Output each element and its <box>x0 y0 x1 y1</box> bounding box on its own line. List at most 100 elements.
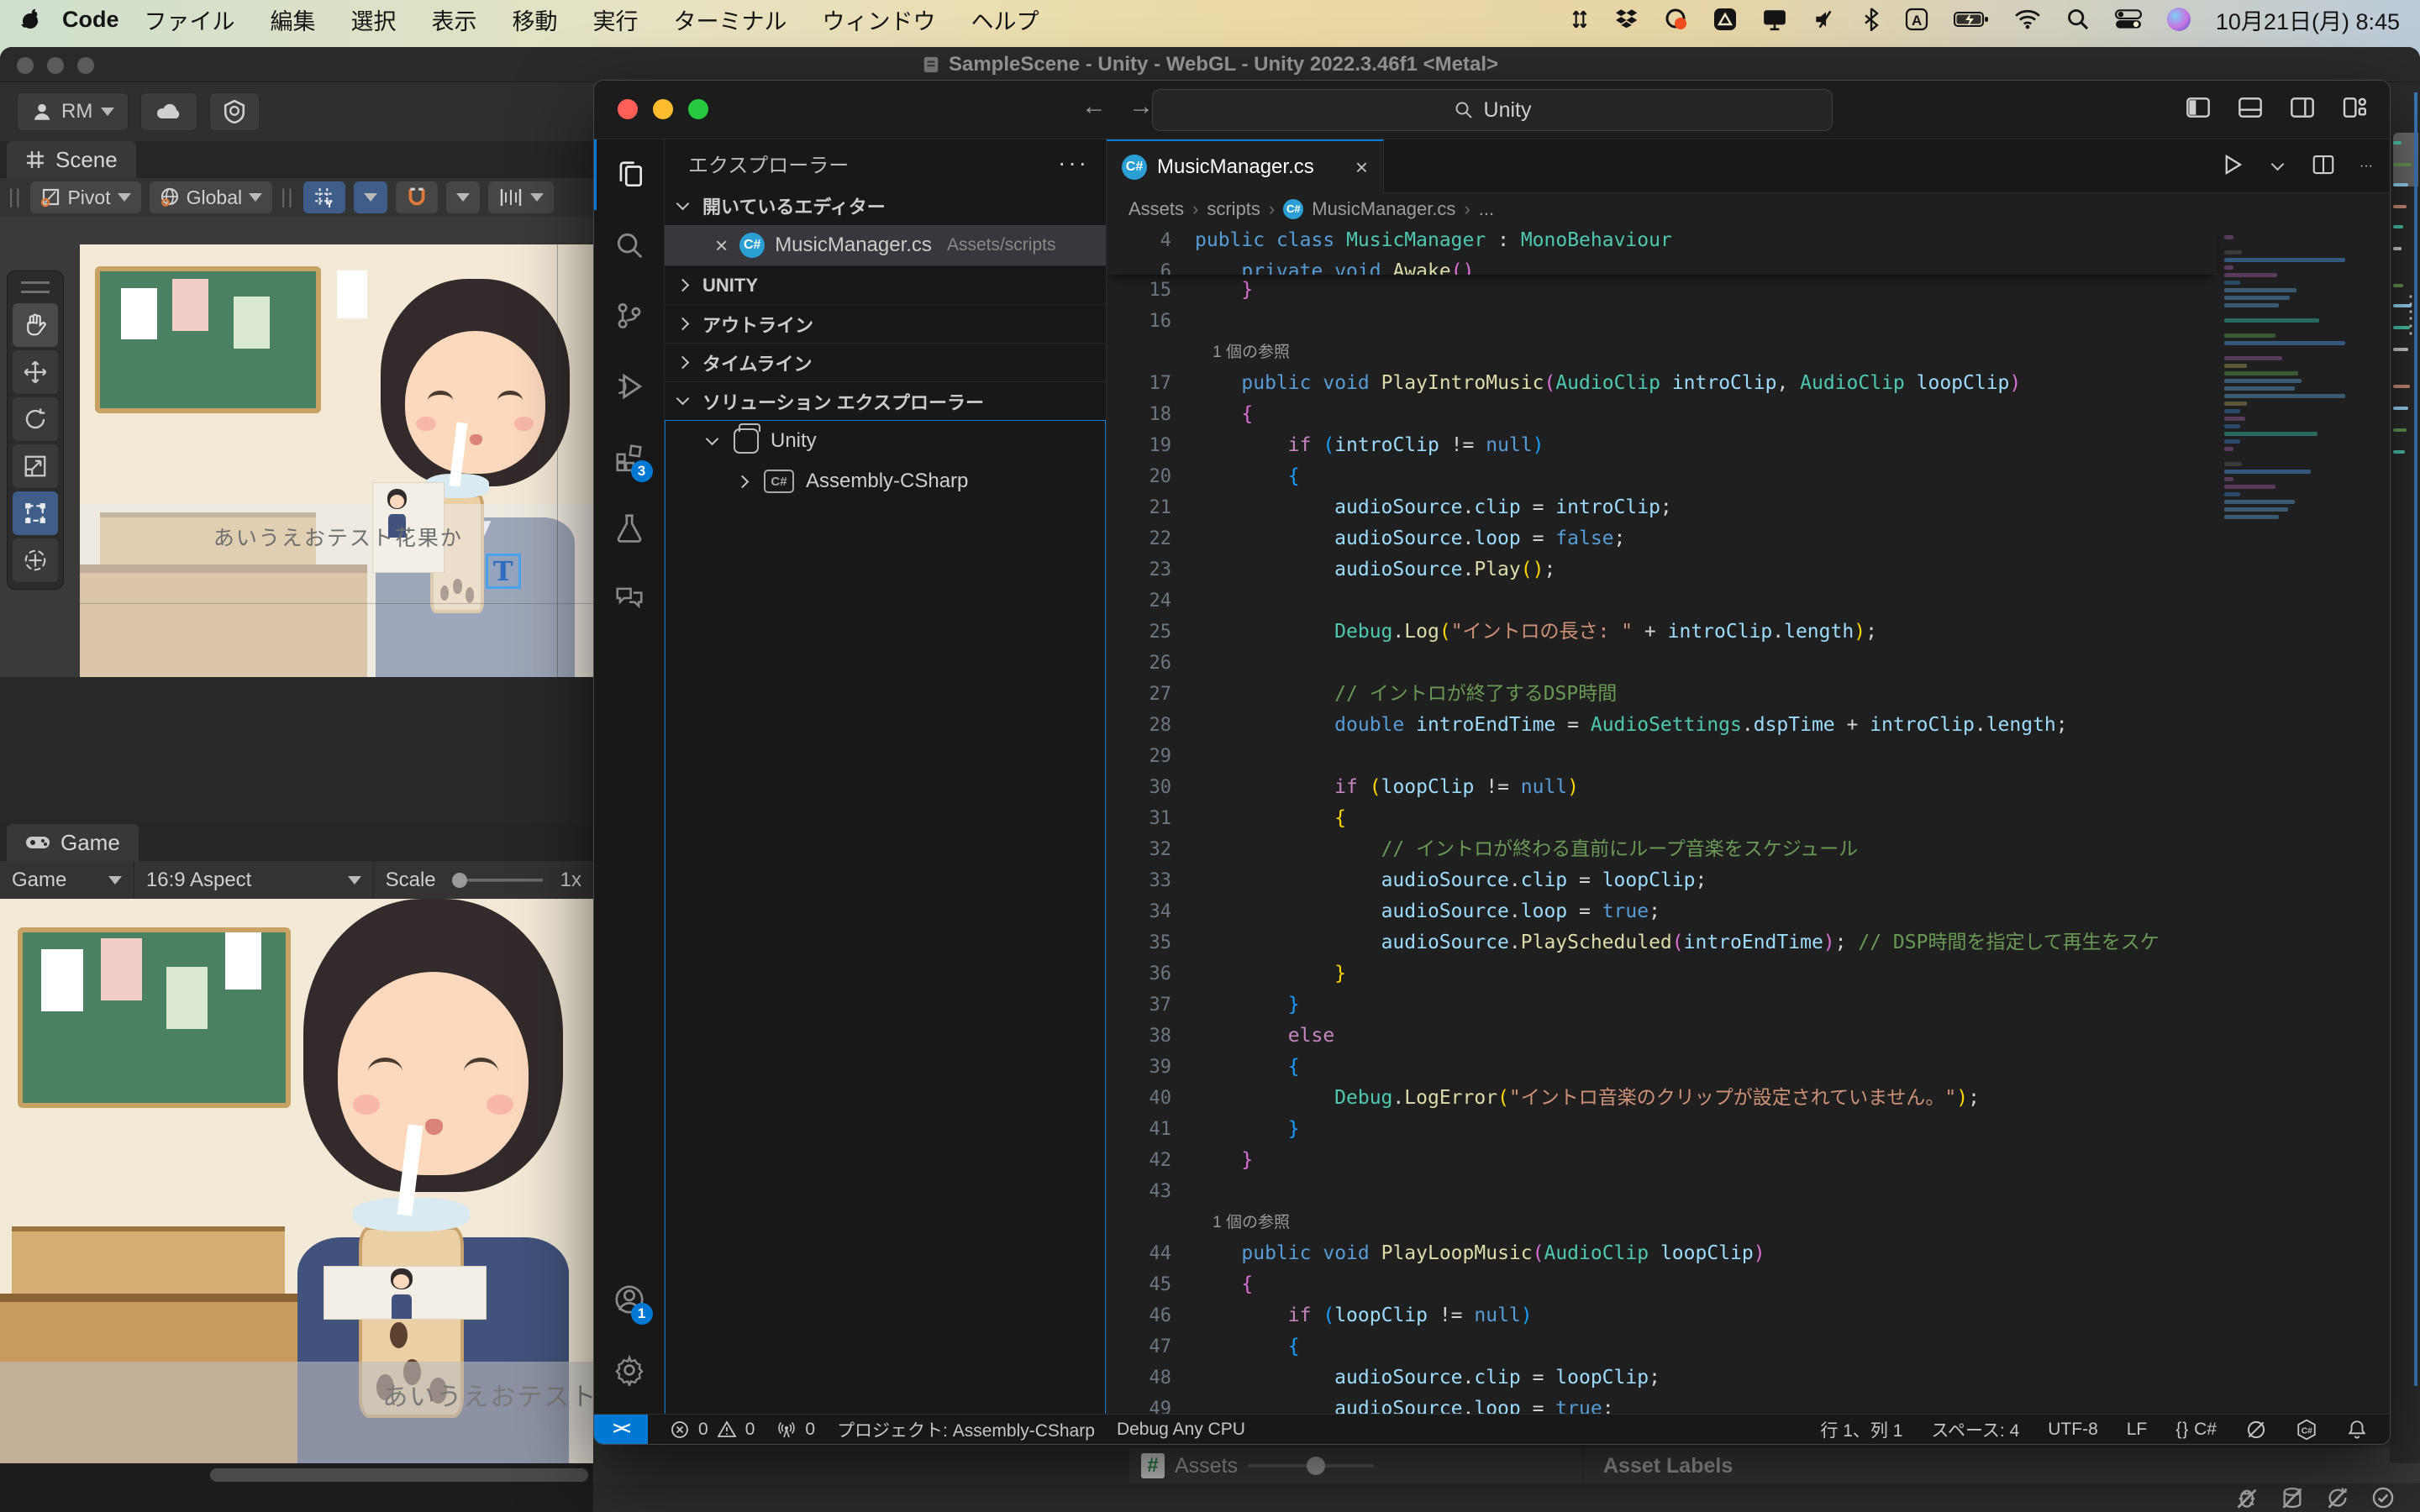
split-editor-icon[interactable] <box>2311 152 2336 181</box>
code-row[interactable]: 49 audioSource.loop = true; <box>1107 1394 2217 1414</box>
refresh-disabled-icon[interactable] <box>2326 1486 2349 1509</box>
snap-magnet-dropdown[interactable] <box>446 181 480 213</box>
code-row[interactable]: 25 Debug.Log("イントロの長さ: " + introClip.len… <box>1107 617 2217 648</box>
code-row[interactable]: 44 public void PlayLoopMusic(AudioClip l… <box>1107 1238 2217 1269</box>
code-row[interactable]: 18 { <box>1107 399 2217 430</box>
code-row[interactable]: 42 } <box>1107 1145 2217 1176</box>
transform-tool-button[interactable] <box>13 538 58 582</box>
activity-run-debug[interactable] <box>594 351 665 422</box>
asset-zoom-slider[interactable] <box>1248 1464 1374 1467</box>
feedback-disabled-icon[interactable] <box>2245 1419 2267 1441</box>
hand-tool-button[interactable] <box>13 303 58 347</box>
code-row[interactable]: 33 audioSource.clip = loopClip; <box>1107 865 2217 896</box>
csharp-status-icon[interactable]: C# <box>2296 1419 2317 1441</box>
nav-back-button[interactable]: ← <box>1081 92 1107 121</box>
toggle-panel-icon[interactable] <box>2237 94 2264 121</box>
wifi-icon[interactable] <box>2014 8 2041 30</box>
menu-item[interactable]: ファイル <box>145 9 235 34</box>
cache-disabled-icon[interactable] <box>2281 1486 2304 1509</box>
scale-tool-button[interactable] <box>13 444 58 488</box>
orientation-mode-button[interactable]: Global <box>150 181 272 213</box>
build-config-status[interactable]: Debug Any CPU <box>1117 1420 1245 1440</box>
tree-item-assembly-csharp[interactable]: C# Assembly-CSharp <box>666 461 1105 501</box>
code-row[interactable]: 39 { <box>1107 1052 2217 1083</box>
code-row[interactable]: 30 if (loopClip != null) <box>1107 772 2217 803</box>
activity-source-control[interactable] <box>594 281 665 351</box>
section-timeline[interactable]: タイムライン <box>665 343 1106 381</box>
apple-icon[interactable] <box>20 8 40 31</box>
code-row[interactable]: 36 } <box>1107 958 2217 990</box>
scene-text-element[interactable]: あいうえおテスト花果か <box>213 522 463 552</box>
sidebar-more-icon[interactable]: ··· <box>1058 150 1089 176</box>
screen-record-icon[interactable] <box>1665 8 1688 31</box>
asset-labels-header[interactable]: Asset Labels <box>1583 1454 1733 1478</box>
editor-more-icon[interactable]: ··· <box>2360 159 2373 174</box>
bell-icon[interactable] <box>2346 1419 2368 1441</box>
palette-grip[interactable] <box>21 281 50 293</box>
active-app-name[interactable]: Code <box>62 7 119 33</box>
battery-charging-icon[interactable] <box>1954 8 1989 30</box>
code-row[interactable]: 23 audioSource.Play(); <box>1107 554 2217 585</box>
code-row[interactable]: 34 audioSource.loop = true; <box>1107 896 2217 927</box>
display-dropdown[interactable]: Game <box>0 861 134 899</box>
run-dropdown-icon[interactable] <box>2271 157 2285 171</box>
menu-item[interactable]: ヘルプ <box>971 9 1039 34</box>
rect-tool-button[interactable] <box>13 491 58 535</box>
code-row[interactable]: 48 audioSource.clip = loopClip; <box>1107 1362 2217 1394</box>
section-outline[interactable]: アウトライン <box>665 304 1106 343</box>
activity-settings[interactable] <box>594 1335 665 1405</box>
code-row[interactable]: 17 public void PlayIntroMusic(AudioClip … <box>1107 368 2217 399</box>
code-row[interactable]: 29 <box>1107 741 2217 772</box>
debugger-disabled-icon[interactable] <box>2235 1486 2259 1509</box>
activity-testing[interactable] <box>594 492 665 563</box>
code-row[interactable]: 26 <box>1107 648 2217 679</box>
menu-item[interactable]: 表示 <box>432 9 477 34</box>
minimap[interactable] <box>2217 225 2352 1414</box>
code-row[interactable]: 32 // イントロが終わる直前にループ音楽をスケジュール <box>1107 834 2217 865</box>
code-row[interactable]: 16 <box>1107 306 2217 337</box>
menu-item[interactable]: 移動 <box>513 9 558 34</box>
sticky-scroll[interactable]: 4public class MusicManager : MonoBehavio… <box>1107 225 2217 275</box>
menu-item[interactable]: 編集 <box>271 9 316 34</box>
code-row[interactable]: 37 } <box>1107 990 2217 1021</box>
assets-breadcrumb[interactable]: Assets <box>1175 1454 1238 1478</box>
breadcrumb-item[interactable]: scripts <box>1207 198 1260 220</box>
menu-item[interactable]: ウィンドウ <box>823 9 936 34</box>
activity-extensions[interactable]: 3 <box>594 422 665 492</box>
section-workspace-unity[interactable]: UNITY <box>665 265 1106 304</box>
scene-viewport[interactable]: あいうえおテスト花果か T <box>0 217 593 824</box>
tab-scene[interactable]: Scene <box>7 141 136 178</box>
menu-item[interactable]: ターミナル <box>674 9 787 34</box>
breadcrumb-item[interactable]: Assets <box>1128 198 1184 220</box>
volume-mute-icon[interactable] <box>1812 8 1838 31</box>
codelens-row[interactable]: 1 個の参照 <box>1107 1207 2217 1238</box>
code-row[interactable]: 20 { <box>1107 461 2217 492</box>
breadcrumb[interactable]: Assets›scripts›C#MusicManager.cs›... <box>1107 193 2390 225</box>
scale-slider[interactable]: Scale 1x <box>374 861 593 899</box>
code-row[interactable]: 38 else <box>1107 1021 2217 1052</box>
bluetooth-icon[interactable] <box>1863 8 1880 31</box>
dropbox-icon[interactable] <box>1616 8 1639 30</box>
breadcrumb-item[interactable]: ... <box>1479 198 1494 220</box>
code-row[interactable]: 41 } <box>1107 1114 2217 1145</box>
minimize-window-button[interactable] <box>653 99 673 119</box>
activity-search[interactable] <box>594 210 665 281</box>
toolbar-grip[interactable]: || <box>281 186 294 209</box>
eol-status[interactable]: LF <box>2127 1420 2148 1440</box>
snap-magnet-button[interactable] <box>396 181 438 213</box>
tab-musicmanager[interactable]: C# MusicManager.cs × <box>1107 139 1384 193</box>
open-editor-item[interactable]: × C# MusicManager.cs Assets/scripts <box>665 225 1106 265</box>
code-row[interactable]: 40 Debug.LogError("イントロ音楽のクリップが設定されていません… <box>1107 1083 2217 1114</box>
snap-increment-button[interactable] <box>488 181 554 213</box>
ports-status[interactable]: 0 <box>776 1420 815 1440</box>
close-icon[interactable]: × <box>715 233 728 259</box>
menu-item[interactable]: 実行 <box>593 9 639 34</box>
toggle-secondary-sidebar-icon[interactable] <box>2289 94 2316 121</box>
check-circle-icon[interactable] <box>2371 1486 2395 1509</box>
code-row[interactable]: 28 double introEndTime = AudioSettings.d… <box>1107 710 2217 741</box>
section-solution-explorer[interactable]: ソリューション エクスプローラー <box>665 381 1106 420</box>
move-tool-button[interactable] <box>13 350 58 394</box>
grid-snap-dropdown[interactable] <box>354 181 387 213</box>
close-window-button[interactable] <box>618 99 638 119</box>
code-row[interactable]: 47 { <box>1107 1331 2217 1362</box>
